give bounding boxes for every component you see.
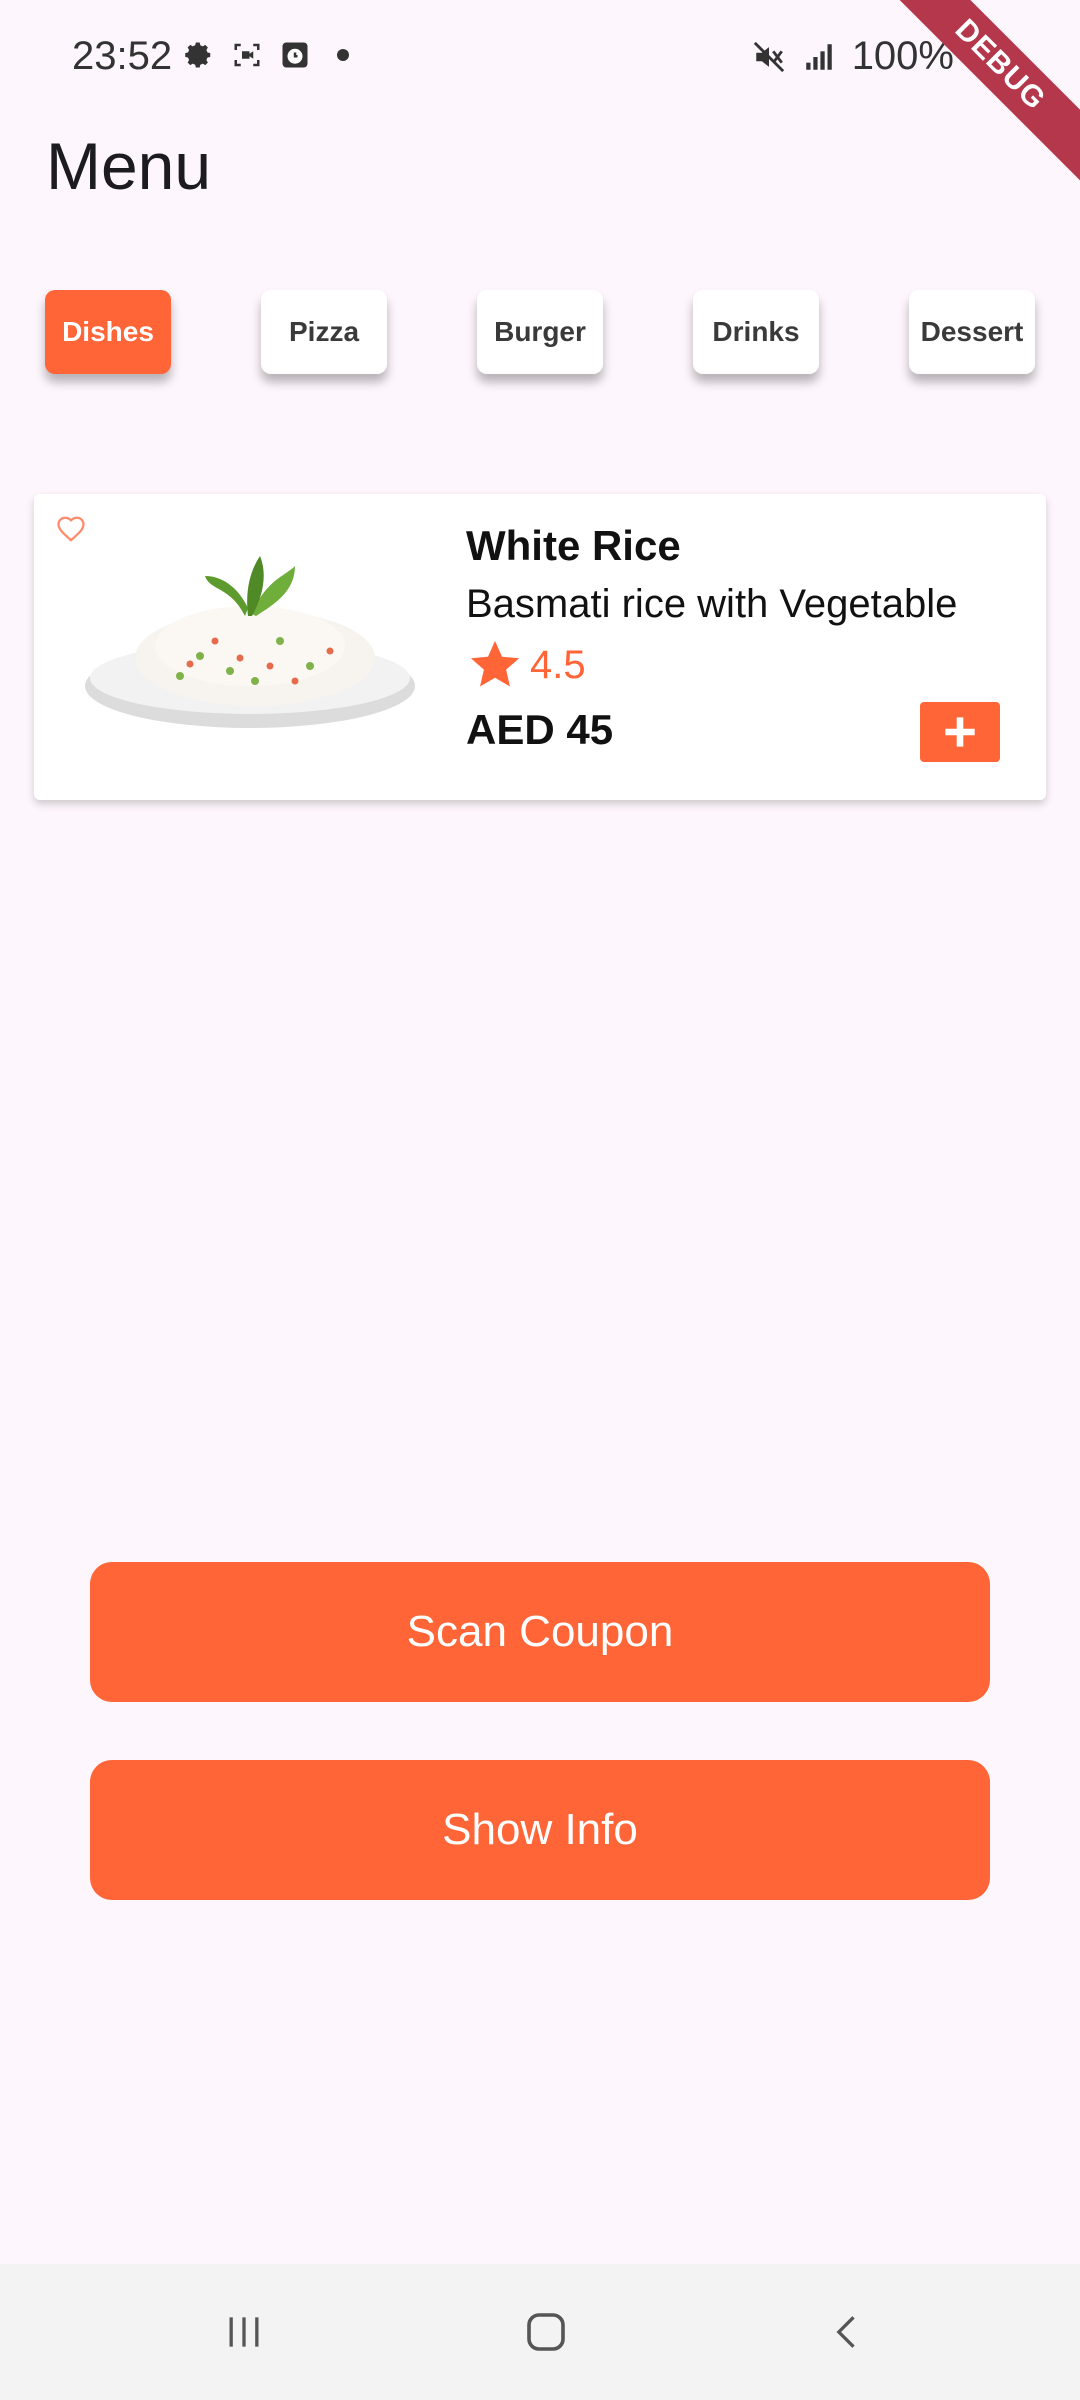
settings-icon [182, 38, 216, 72]
rating-value: 4.5 [530, 642, 586, 687]
clock-app-icon [278, 38, 312, 72]
star-icon [470, 640, 520, 687]
category-tab-burger[interactable]: Burger [477, 290, 603, 374]
signal-icon [802, 40, 836, 74]
white-rice-plate-image [85, 556, 415, 728]
navigation-bar [0, 2264, 1080, 2400]
dot-icon [326, 38, 360, 72]
menu-item-card[interactable]: White Rice Basmati rice with Vegetable 4… [34, 494, 1046, 800]
back-icon[interactable] [816, 2302, 880, 2362]
add-to-cart-button[interactable] [920, 702, 1000, 762]
status-bar: 23:52 100% DEBUG [0, 0, 1080, 189]
mute-icon [752, 40, 786, 74]
category-tab-dishes[interactable]: Dishes [45, 290, 171, 374]
recent-apps-icon[interactable] [212, 2302, 276, 2362]
category-tabs: Dishes Pizza Burger Drinks Dessert [45, 290, 1035, 374]
item-description: Basmati rice with Vegetable [466, 582, 958, 626]
scan-coupon-button[interactable]: Scan Coupon [90, 1562, 990, 1702]
rating: 4.5 [466, 636, 586, 694]
heart-outline-icon[interactable] [56, 514, 86, 544]
item-name: White Rice [466, 522, 681, 569]
battery-text: 100% [851, 34, 954, 78]
home-icon[interactable] [514, 2302, 578, 2362]
show-info-button[interactable]: Show Info [90, 1760, 990, 1900]
status-time: 23:52 [72, 34, 173, 78]
item-price: AED 45 [466, 706, 614, 753]
category-tab-pizza[interactable]: Pizza [261, 290, 387, 374]
screen-record-icon [230, 38, 264, 72]
status-icons-left [182, 38, 360, 72]
category-tab-drinks[interactable]: Drinks [693, 290, 819, 374]
category-tab-dessert[interactable]: Dessert [909, 290, 1035, 374]
plus-icon [945, 717, 975, 747]
debug-banner: DEBUG [876, 0, 1080, 189]
page-title: Menu [46, 129, 212, 203]
